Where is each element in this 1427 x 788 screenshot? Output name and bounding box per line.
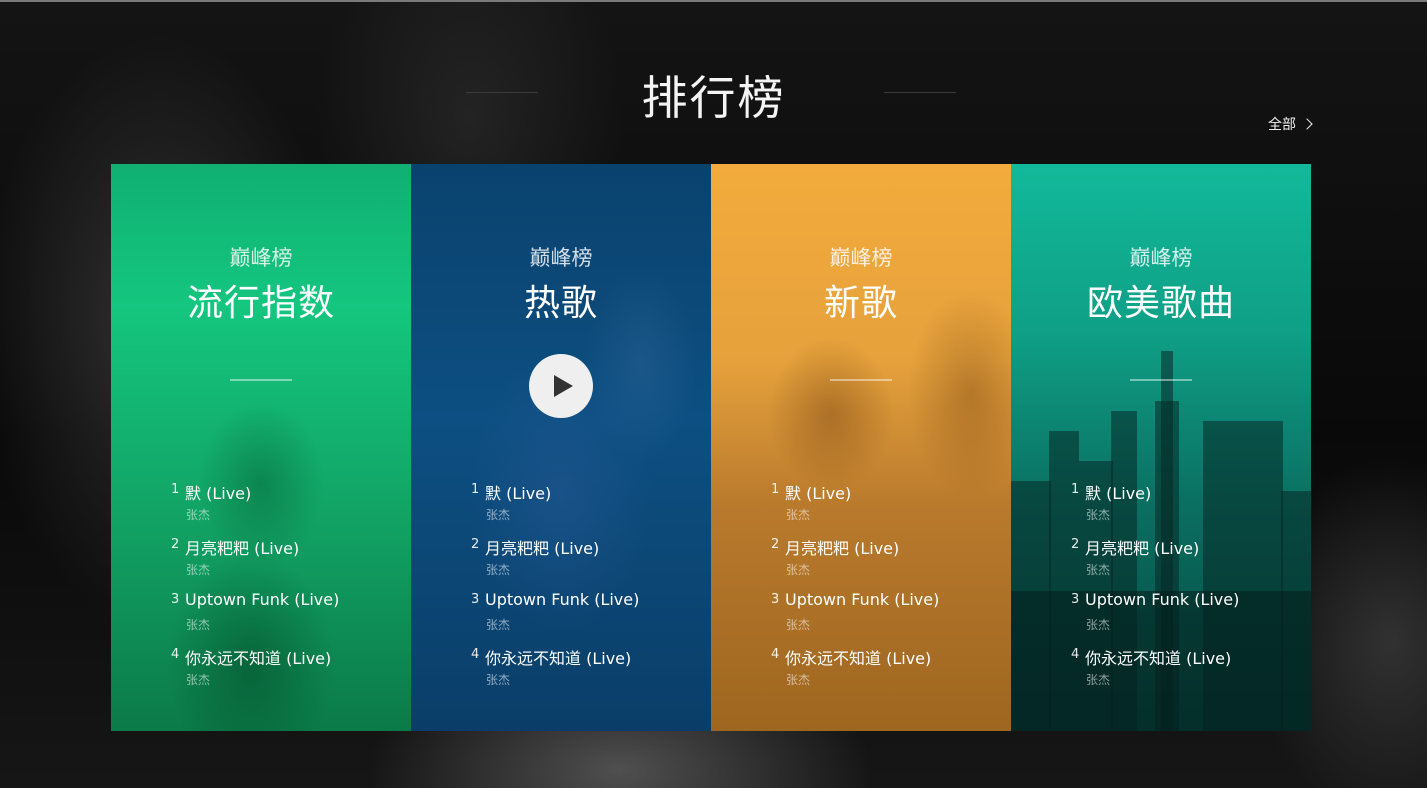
track-title[interactable]: 你永远不知道 (Live): [485, 645, 631, 669]
track-rank: 1: [771, 482, 780, 497]
card-subtitle: 巅峰榜: [229, 246, 293, 270]
track-artist[interactable]: 张杰: [186, 561, 210, 578]
card-title: 热歌: [523, 283, 598, 324]
track-title[interactable]: Uptown Funk (Live): [185, 590, 339, 609]
track-item[interactable]: 1 默 (Live) 张杰: [171, 480, 411, 535]
track-item[interactable]: 3 Uptown Funk (Live) 张杰: [171, 590, 411, 645]
track-item[interactable]: 2 月亮粑粑 (Live) 张杰: [171, 535, 411, 590]
track-artist[interactable]: 张杰: [1086, 671, 1110, 688]
track-artist[interactable]: 张杰: [786, 671, 810, 688]
card-divider: [230, 379, 292, 381]
card-divider: [830, 379, 892, 381]
track-rank: 2: [171, 537, 180, 552]
track-item[interactable]: 1 默 (Live) 张杰: [1071, 480, 1311, 535]
track-item[interactable]: 2 月亮粑粑 (Live) 张杰: [1071, 535, 1311, 590]
track-list: 1 默 (Live) 张杰 2 月亮粑粑 (Live) 张杰 3 Uptown …: [171, 480, 411, 700]
track-artist[interactable]: 张杰: [486, 561, 510, 578]
track-rank: 1: [171, 482, 180, 497]
track-item[interactable]: 2 月亮粑粑 (Live) 张杰: [771, 535, 1011, 590]
track-title[interactable]: Uptown Funk (Live): [785, 590, 939, 609]
track-artist[interactable]: 张杰: [186, 671, 210, 688]
card-title: 流行指数: [186, 283, 335, 324]
card-subtitle: 巅峰榜: [529, 246, 593, 270]
track-list: 1 默 (Live) 张杰 2 月亮粑粑 (Live) 张杰 3 Uptown …: [771, 480, 1011, 700]
track-artist[interactable]: 张杰: [186, 506, 210, 523]
track-item[interactable]: 4 你永远不知道 (Live) 张杰: [171, 645, 411, 700]
track-title[interactable]: 月亮粑粑 (Live): [485, 535, 599, 559]
chevron-right-icon: [1301, 118, 1313, 130]
track-list: 1 默 (Live) 张杰 2 月亮粑粑 (Live) 张杰 3 Uptown …: [471, 480, 711, 700]
track-artist[interactable]: 张杰: [186, 616, 210, 633]
track-title[interactable]: 月亮粑粑 (Live): [185, 535, 299, 559]
view-all-label: 全部: [1268, 117, 1296, 133]
section-title: 排行榜: [641, 71, 786, 125]
play-button[interactable]: [529, 354, 593, 418]
track-title[interactable]: 默 (Live): [485, 480, 551, 504]
track-artist[interactable]: 张杰: [1086, 616, 1110, 633]
track-item[interactable]: 4 你永远不知道 (Live) 张杰: [471, 645, 711, 700]
track-rank: 4: [471, 647, 480, 662]
track-rank: 3: [471, 592, 480, 607]
track-artist[interactable]: 张杰: [786, 616, 810, 633]
card-title: 新歌: [823, 283, 898, 324]
track-title[interactable]: Uptown Funk (Live): [485, 590, 639, 609]
track-title[interactable]: 你永远不知道 (Live): [1085, 645, 1231, 669]
track-item[interactable]: 4 你永远不知道 (Live) 张杰: [771, 645, 1011, 700]
track-title[interactable]: 你永远不知道 (Live): [785, 645, 931, 669]
track-title[interactable]: 默 (Live): [185, 480, 251, 504]
card-divider: [1130, 379, 1192, 381]
track-artist[interactable]: 张杰: [486, 506, 510, 523]
track-artist[interactable]: 张杰: [486, 671, 510, 688]
track-title[interactable]: 默 (Live): [785, 480, 851, 504]
chart-cards: 巅峰榜 流行指数 1 默 (Live) 张杰 2 月亮粑粑 (Live) 张杰 …: [111, 164, 1311, 731]
chart-card-hot-songs[interactable]: 巅峰榜 热歌 1 默 (Live) 张杰 2 月亮粑粑 (Live) 张杰 3: [411, 164, 711, 731]
track-item[interactable]: 2 月亮粑粑 (Live) 张杰: [471, 535, 711, 590]
track-title[interactable]: 默 (Live): [1085, 480, 1151, 504]
track-item[interactable]: 1 默 (Live) 张杰: [771, 480, 1011, 535]
track-artist[interactable]: 张杰: [486, 616, 510, 633]
track-rank: 2: [471, 537, 480, 552]
track-title[interactable]: 月亮粑粑 (Live): [785, 535, 899, 559]
track-rank: 2: [771, 537, 780, 552]
track-title[interactable]: 你永远不知道 (Live): [185, 645, 331, 669]
track-item[interactable]: 1 默 (Live) 张杰: [471, 480, 711, 535]
track-artist[interactable]: 张杰: [1086, 506, 1110, 523]
track-item[interactable]: 4 你永远不知道 (Live) 张杰: [1071, 645, 1311, 700]
track-title[interactable]: 月亮粑粑 (Live): [1085, 535, 1199, 559]
track-artist[interactable]: 张杰: [786, 561, 810, 578]
card-subtitle: 巅峰榜: [1129, 246, 1193, 270]
top-border: [0, 0, 1427, 2]
track-rank: 1: [1071, 482, 1080, 497]
track-rank: 4: [1071, 647, 1080, 662]
chart-card-popular-index[interactable]: 巅峰榜 流行指数 1 默 (Live) 张杰 2 月亮粑粑 (Live) 张杰 …: [111, 164, 411, 731]
track-artist[interactable]: 张杰: [1086, 561, 1110, 578]
track-rank: 3: [1071, 592, 1080, 607]
track-item[interactable]: 3 Uptown Funk (Live) 张杰: [771, 590, 1011, 645]
track-artist[interactable]: 张杰: [786, 506, 810, 523]
card-title: 欧美歌曲: [1086, 283, 1235, 324]
card-subtitle: 巅峰榜: [829, 246, 893, 270]
track-rank: 2: [1071, 537, 1080, 552]
play-icon: [554, 375, 573, 397]
title-rule-left: [466, 92, 538, 93]
track-rank: 4: [771, 647, 780, 662]
track-rank: 3: [771, 592, 780, 607]
track-list: 1 默 (Live) 张杰 2 月亮粑粑 (Live) 张杰 3 Uptown …: [1071, 480, 1311, 700]
track-item[interactable]: 3 Uptown Funk (Live) 张杰: [1071, 590, 1311, 645]
track-title[interactable]: Uptown Funk (Live): [1085, 590, 1239, 609]
chart-card-new-songs[interactable]: 巅峰榜 新歌 1 默 (Live) 张杰 2 月亮粑粑 (Live) 张杰 3 …: [711, 164, 1011, 731]
view-all-link[interactable]: 全部: [1268, 114, 1313, 134]
chart-card-western-songs[interactable]: 巅峰榜 欧美歌曲 1 默 (Live) 张杰 2 月亮粑粑 (Live) 张杰 …: [1011, 164, 1311, 731]
track-rank: 4: [171, 647, 180, 662]
title-rule-right: [884, 92, 956, 93]
track-rank: 3: [171, 592, 180, 607]
track-item[interactable]: 3 Uptown Funk (Live) 张杰: [471, 590, 711, 645]
track-rank: 1: [471, 482, 480, 497]
